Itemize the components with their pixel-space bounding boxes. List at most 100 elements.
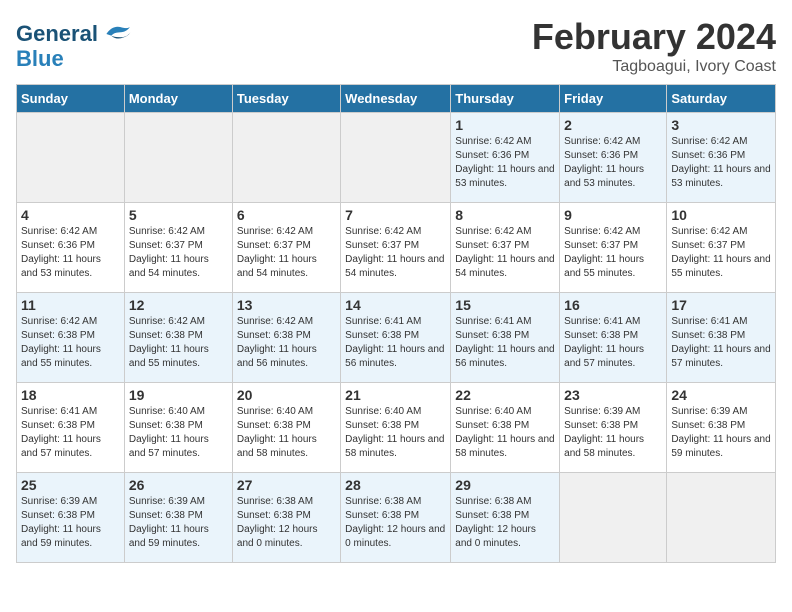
logo-bird-icon [100, 20, 132, 48]
day-info: Sunrise: 6:39 AM Sunset: 6:38 PM Dayligh… [129, 495, 228, 551]
day-info: Sunrise: 6:39 AM Sunset: 6:38 PM Dayligh… [564, 405, 662, 461]
day-number: 24 [671, 387, 771, 403]
calendar-cell: 3 Sunrise: 6:42 AM Sunset: 6:36 PM Daylig… [667, 113, 776, 203]
day-number: 13 [237, 297, 336, 313]
calendar-cell: 2Sunrise: 6:42 AM Sunset: 6:36 PM Daylig… [560, 113, 667, 203]
calendar-cell: 21Sunrise: 6:40 AM Sunset: 6:38 PM Dayli… [341, 383, 451, 473]
day-info: Sunrise: 6:42 AM Sunset: 6:36 PM Dayligh… [21, 225, 120, 281]
day-number: 8 [455, 207, 555, 223]
calendar-cell: 24 Sunrise: 6:39 AM Sunset: 6:38 PM Dayli… [667, 383, 776, 473]
day-number: 21 [345, 387, 446, 403]
day-info: Sunrise: 6:38 AM Sunset: 6:38 PM Dayligh… [237, 495, 336, 551]
day-info: Sunrise: 6:39 AM Sunset: 6:38 PM Dayligh… [671, 405, 771, 461]
day-number: 4 [21, 207, 120, 223]
calendar-cell: 25 Sunrise: 6:39 AM Sunset: 6:38 PM Dayli… [17, 473, 125, 563]
calendar-cell: 6Sunrise: 6:42 AM Sunset: 6:37 PM Daylig… [232, 203, 340, 293]
day-number: 12 [129, 297, 228, 313]
weekday-header-saturday: Saturday [667, 85, 776, 113]
logo-text: General [16, 23, 98, 45]
day-info: Sunrise: 6:42 AM Sunset: 6:38 PM Dayligh… [129, 315, 228, 371]
calendar-cell: 11 Sunrise: 6:42 AM Sunset: 6:38 PM Dayli… [17, 293, 125, 383]
day-number: 23 [564, 387, 662, 403]
day-info: Sunrise: 6:38 AM Sunset: 6:38 PM Dayligh… [345, 495, 446, 551]
day-info: Sunrise: 6:41 AM Sunset: 6:38 PM Dayligh… [455, 315, 555, 371]
day-info: Sunrise: 6:41 AM Sunset: 6:38 PM Dayligh… [564, 315, 662, 371]
weekday-header-monday: Monday [124, 85, 232, 113]
day-info: Sunrise: 6:42 AM Sunset: 6:37 PM Dayligh… [129, 225, 228, 281]
day-number: 2 [564, 117, 662, 133]
calendar-cell: 7 Sunrise: 6:42 AM Sunset: 6:37 PM Daylig… [341, 203, 451, 293]
weekday-header-tuesday: Tuesday [232, 85, 340, 113]
day-number: 19 [129, 387, 228, 403]
day-info: Sunrise: 6:41 AM Sunset: 6:38 PM Dayligh… [345, 315, 446, 371]
logo-blue-text: Blue [16, 46, 64, 71]
day-number: 27 [237, 477, 336, 493]
calendar-cell: 15 Sunrise: 6:41 AM Sunset: 6:38 PM Dayli… [451, 293, 560, 383]
day-info: Sunrise: 6:39 AM Sunset: 6:38 PM Dayligh… [21, 495, 120, 551]
page-header: General Blue February 2024 Tagboagui, Iv… [16, 16, 776, 76]
calendar-cell [560, 473, 667, 563]
day-number: 15 [455, 297, 555, 313]
day-number: 26 [129, 477, 228, 493]
calendar-cell [341, 113, 451, 203]
calendar-cell: 18 Sunrise: 6:41 AM Sunset: 6:38 PM Dayli… [17, 383, 125, 473]
day-number: 1 [455, 117, 555, 133]
day-number: 9 [564, 207, 662, 223]
day-number: 29 [455, 477, 555, 493]
day-number: 16 [564, 297, 662, 313]
day-info: Sunrise: 6:42 AM Sunset: 6:36 PM Dayligh… [671, 135, 771, 191]
day-number: 6 [237, 207, 336, 223]
weekday-header-sunday: Sunday [17, 85, 125, 113]
calendar-cell: 12 Sunrise: 6:42 AM Sunset: 6:38 PM Dayli… [124, 293, 232, 383]
title-area: February 2024 Tagboagui, Ivory Coast [532, 16, 776, 76]
day-number: 7 [345, 207, 446, 223]
calendar-cell: 13 Sunrise: 6:42 AM Sunset: 6:38 PM Dayli… [232, 293, 340, 383]
calendar-table: SundayMondayTuesdayWednesdayThursdayFrid… [16, 84, 776, 563]
day-info: Sunrise: 6:38 AM Sunset: 6:38 PM Dayligh… [455, 495, 555, 551]
calendar-cell: 23 Sunrise: 6:39 AM Sunset: 6:38 PM Dayli… [560, 383, 667, 473]
day-number: 20 [237, 387, 336, 403]
day-info: Sunrise: 6:42 AM Sunset: 6:37 PM Dayligh… [671, 225, 771, 281]
day-info: Sunrise: 6:40 AM Sunset: 6:38 PM Dayligh… [129, 405, 228, 461]
day-number: 18 [21, 387, 120, 403]
day-info: Sunrise: 6:42 AM Sunset: 6:38 PM Dayligh… [21, 315, 120, 371]
day-info: Sunrise: 6:42 AM Sunset: 6:38 PM Dayligh… [237, 315, 336, 371]
calendar-cell: 27 Sunrise: 6:38 AM Sunset: 6:38 PM Dayli… [232, 473, 340, 563]
weekday-header-wednesday: Wednesday [341, 85, 451, 113]
weekday-header-friday: Friday [560, 85, 667, 113]
day-number: 11 [21, 297, 120, 313]
calendar-cell [17, 113, 125, 203]
calendar-cell: 9Sunrise: 6:42 AM Sunset: 6:37 PM Daylig… [560, 203, 667, 293]
calendar-cell: 1 Sunrise: 6:42 AM Sunset: 6:36 PM Daylig… [451, 113, 560, 203]
calendar-cell: 22Sunrise: 6:40 AM Sunset: 6:38 PM Dayli… [451, 383, 560, 473]
calendar-cell: 16 Sunrise: 6:41 AM Sunset: 6:38 PM Dayli… [560, 293, 667, 383]
day-info: Sunrise: 6:42 AM Sunset: 6:37 PM Dayligh… [455, 225, 555, 281]
day-number: 10 [671, 207, 771, 223]
day-number: 17 [671, 297, 771, 313]
calendar-cell: 17Sunrise: 6:41 AM Sunset: 6:38 PM Dayli… [667, 293, 776, 383]
calendar-cell: 29 Sunrise: 6:38 AM Sunset: 6:38 PM Dayli… [451, 473, 560, 563]
day-number: 3 [671, 117, 771, 133]
day-number: 28 [345, 477, 446, 493]
calendar-cell: 4 Sunrise: 6:42 AM Sunset: 6:36 PM Daylig… [17, 203, 125, 293]
logo: General Blue [16, 20, 132, 71]
day-number: 14 [345, 297, 446, 313]
calendar-week-row: 11 Sunrise: 6:42 AM Sunset: 6:38 PM Dayli… [17, 293, 776, 383]
calendar-cell [232, 113, 340, 203]
day-info: Sunrise: 6:41 AM Sunset: 6:38 PM Dayligh… [21, 405, 120, 461]
month-title: February 2024 [532, 16, 776, 58]
calendar-week-row: 25 Sunrise: 6:39 AM Sunset: 6:38 PM Dayli… [17, 473, 776, 563]
day-number: 25 [21, 477, 120, 493]
calendar-cell: 5Sunrise: 6:42 AM Sunset: 6:37 PM Daylig… [124, 203, 232, 293]
day-info: Sunrise: 6:40 AM Sunset: 6:38 PM Dayligh… [237, 405, 336, 461]
calendar-cell: 8 Sunrise: 6:42 AM Sunset: 6:37 PM Daylig… [451, 203, 560, 293]
day-info: Sunrise: 6:42 AM Sunset: 6:37 PM Dayligh… [345, 225, 446, 281]
day-info: Sunrise: 6:40 AM Sunset: 6:38 PM Dayligh… [455, 405, 555, 461]
day-info: Sunrise: 6:42 AM Sunset: 6:36 PM Dayligh… [455, 135, 555, 191]
calendar-week-row: 4 Sunrise: 6:42 AM Sunset: 6:36 PM Daylig… [17, 203, 776, 293]
calendar-cell: 20 Sunrise: 6:40 AM Sunset: 6:38 PM Dayli… [232, 383, 340, 473]
calendar-cell: 19 Sunrise: 6:40 AM Sunset: 6:38 PM Dayli… [124, 383, 232, 473]
weekday-header-thursday: Thursday [451, 85, 560, 113]
calendar-cell: 26 Sunrise: 6:39 AM Sunset: 6:38 PM Dayli… [124, 473, 232, 563]
calendar-cell [124, 113, 232, 203]
